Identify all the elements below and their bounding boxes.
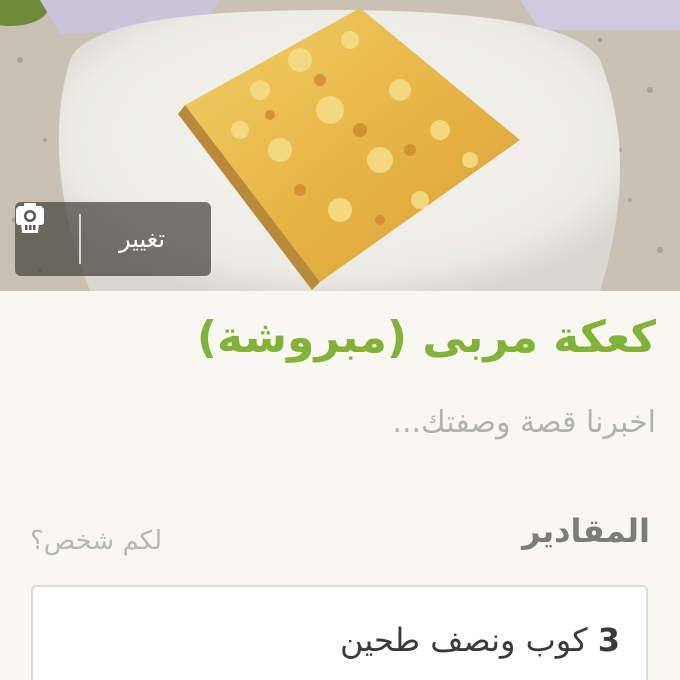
ingredient-text: كوب ونصف طحين [339, 621, 588, 659]
recipe-story-input[interactable]: اخبرنا قصة وصفتك... [392, 405, 656, 440]
ingredient-quantity: 3 [597, 621, 620, 659]
photo-actions-toolbar: تغيير [15, 202, 211, 276]
change-photo-button[interactable]: تغيير [16, 202, 211, 276]
servings-input[interactable]: لكم شخص؟ [30, 526, 162, 556]
recipe-editor-screen: تغيير كعكة مربى (مبروشة) اخبرنا قصة وصفت… [0, 0, 680, 680]
ingredient-item[interactable]: 3 كوب ونصف طحين [31, 585, 648, 680]
change-photo-label: تغيير [119, 225, 165, 253]
ingredients-heading: المقادير [522, 512, 650, 550]
recipe-photo[interactable]: تغيير [0, 0, 680, 291]
ingredient-line: 3 كوب ونصف طحين [340, 621, 620, 659]
recipe-title-field[interactable]: كعكة مربى (مبروشة) [197, 312, 656, 363]
